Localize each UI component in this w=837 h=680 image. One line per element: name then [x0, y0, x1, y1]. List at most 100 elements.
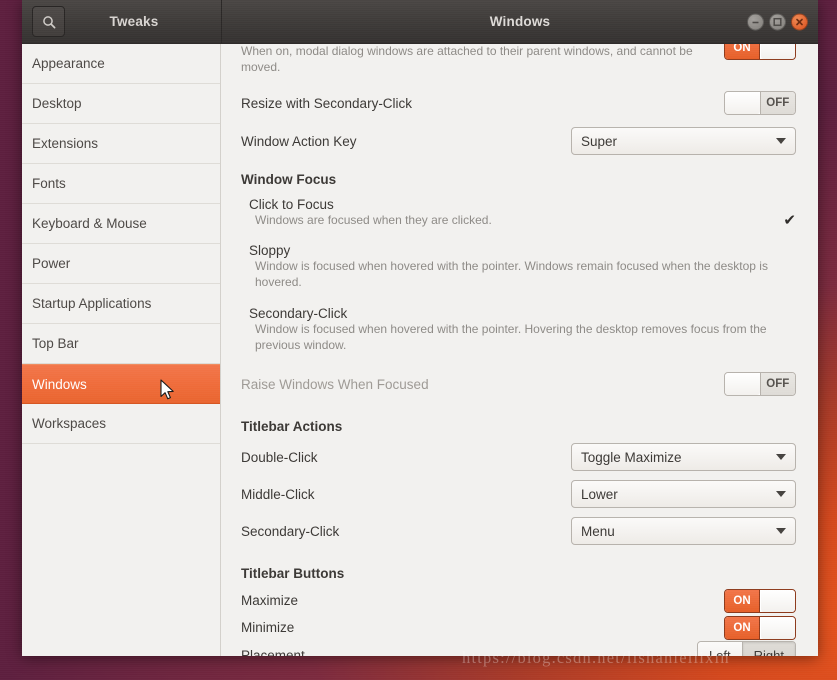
secondary-click-dropdown[interactable]: Menu — [571, 517, 796, 545]
window-titlebar: Tweaks Windows — [22, 0, 818, 44]
resize-with-secondary-click-label: Resize with Secondary-Click — [241, 96, 412, 111]
maximize-label: Maximize — [241, 593, 298, 608]
sidebar-item-label: Workspaces — [32, 416, 106, 431]
toggle-knob — [760, 617, 795, 639]
window-action-key-label: Window Action Key — [241, 134, 357, 149]
middle-click-row: Middle-Click Lower — [241, 477, 796, 511]
focus-option-title: Click to Focus — [249, 197, 796, 212]
close-button[interactable] — [791, 13, 808, 30]
window-focus-heading: Window Focus — [241, 172, 796, 187]
attach-modal-dialogs-toggle[interactable]: ON — [724, 44, 796, 60]
sidebar-item-label: Top Bar — [32, 336, 79, 351]
window-action-key-row: Window Action Key Super — [241, 124, 796, 158]
focus-option-title: Secondary-Click — [249, 306, 796, 321]
attach-modal-dialogs-description: When on, modal dialog windows are attach… — [241, 44, 724, 76]
search-icon — [42, 15, 56, 29]
double-click-row: Double-Click Toggle Maximize — [241, 440, 796, 474]
secondary-click-label: Secondary-Click — [241, 524, 339, 539]
chevron-down-icon — [776, 528, 786, 534]
focus-option-description: Windows are focused when they are clicke… — [249, 212, 796, 228]
toggle-knob — [725, 373, 760, 395]
chevron-down-icon — [776, 138, 786, 144]
placement-option-left[interactable]: Left — [698, 642, 742, 656]
maximize-button[interactable] — [769, 13, 786, 30]
sidebar-item-desktop[interactable]: Desktop — [22, 84, 220, 124]
titlebar-actions-heading: Titlebar Actions — [241, 419, 796, 434]
sidebar-item-label: Keyboard & Mouse — [32, 216, 147, 231]
double-click-label: Double-Click — [241, 450, 318, 465]
sidebar-item-top-bar[interactable]: Top Bar — [22, 324, 220, 364]
toggle-knob — [725, 92, 760, 114]
attach-modal-dialogs-row: When on, modal dialog windows are attach… — [241, 44, 796, 78]
tweaks-window: Tweaks Windows — [22, 0, 818, 656]
sidebar-item-appearance[interactable]: Appearance — [22, 44, 220, 84]
minimize-icon — [750, 16, 761, 27]
sidebar-item-fonts[interactable]: Fonts — [22, 164, 220, 204]
titlebar-buttons-heading: Titlebar Buttons — [241, 566, 796, 581]
maximize-row: Maximize ON — [241, 587, 796, 614]
chevron-down-icon — [776, 491, 786, 497]
focus-option-secondary-click[interactable]: Secondary-Click Window is focused when h… — [241, 302, 796, 353]
maximize-icon — [772, 16, 783, 27]
sidebar-item-label: Windows — [32, 377, 87, 392]
toggle-state-label: OFF — [760, 92, 796, 114]
raise-windows-when-focused-row: Raise Windows When Focused OFF — [241, 367, 796, 401]
titlebar-right-section: Windows — [222, 0, 818, 43]
sidebar-item-keyboard-and-mouse[interactable]: Keyboard & Mouse — [22, 204, 220, 244]
window-action-key-dropdown[interactable]: Super — [571, 127, 796, 155]
sidebar-item-windows[interactable]: Windows — [22, 364, 220, 404]
focus-option-title: Sloppy — [249, 243, 796, 258]
minimize-button[interactable] — [747, 13, 764, 30]
minimize-label: Minimize — [241, 620, 294, 635]
focus-option-sloppy[interactable]: Sloppy Window is focused when hovered wi… — [241, 239, 796, 290]
sidebar: Appearance Desktop Extensions Fonts Keyb… — [22, 44, 221, 656]
focus-option-description: Window is focused when hovered with the … — [249, 321, 796, 353]
resize-with-secondary-click-toggle[interactable]: OFF — [724, 91, 796, 115]
focus-option-description: Window is focused when hovered with the … — [249, 258, 796, 290]
raise-windows-when-focused-label: Raise Windows When Focused — [241, 377, 429, 392]
toggle-knob — [760, 44, 795, 59]
settings-panel: When on, modal dialog windows are attach… — [221, 44, 818, 656]
placement-segmented-control[interactable]: Left Right — [697, 641, 796, 656]
dropdown-value: Toggle Maximize — [581, 450, 682, 465]
raise-windows-when-focused-toggle[interactable]: OFF — [724, 372, 796, 396]
titlebar-left-section: Tweaks — [22, 0, 222, 43]
resize-with-secondary-click-row: Resize with Secondary-Click OFF — [241, 86, 796, 120]
sidebar-item-label: Appearance — [32, 56, 105, 71]
page-title: Windows — [490, 14, 551, 29]
app-title: Tweaks — [65, 14, 221, 29]
window-controls — [747, 13, 808, 30]
sidebar-item-label: Desktop — [32, 96, 82, 111]
toggle-state-label: OFF — [760, 373, 796, 395]
dropdown-value: Super — [581, 134, 617, 149]
secondary-click-row: Secondary-Click Menu — [241, 514, 796, 548]
sidebar-item-label: Power — [32, 256, 70, 271]
content-scrollbar[interactable] — [814, 44, 818, 656]
dropdown-value: Menu — [581, 524, 615, 539]
middle-click-label: Middle-Click — [241, 487, 315, 502]
minimize-row: Minimize ON — [241, 614, 796, 641]
sidebar-empty-space — [22, 444, 220, 656]
sidebar-item-workspaces[interactable]: Workspaces — [22, 404, 220, 444]
desktop-background: Tweaks Windows — [0, 0, 837, 680]
toggle-state-label: ON — [725, 590, 760, 612]
close-icon — [794, 16, 805, 27]
sidebar-item-power[interactable]: Power — [22, 244, 220, 284]
placement-option-right[interactable]: Right — [742, 642, 795, 656]
search-button[interactable] — [32, 6, 65, 37]
dropdown-value: Lower — [581, 487, 618, 502]
placement-row: Placement Left Right — [241, 641, 796, 656]
window-body: Appearance Desktop Extensions Fonts Keyb… — [22, 44, 818, 656]
sidebar-item-label: Extensions — [32, 136, 98, 151]
checkmark-icon: ✔ — [783, 211, 796, 229]
middle-click-dropdown[interactable]: Lower — [571, 480, 796, 508]
focus-option-click-to-focus[interactable]: Click to Focus Windows are focused when … — [241, 193, 796, 228]
minimize-toggle[interactable]: ON — [724, 616, 796, 640]
maximize-toggle[interactable]: ON — [724, 589, 796, 613]
sidebar-item-startup-applications[interactable]: Startup Applications — [22, 284, 220, 324]
sidebar-item-extensions[interactable]: Extensions — [22, 124, 220, 164]
sidebar-item-label: Fonts — [32, 176, 66, 191]
toggle-state-label: ON — [725, 44, 760, 59]
double-click-dropdown[interactable]: Toggle Maximize — [571, 443, 796, 471]
chevron-down-icon — [776, 454, 786, 460]
